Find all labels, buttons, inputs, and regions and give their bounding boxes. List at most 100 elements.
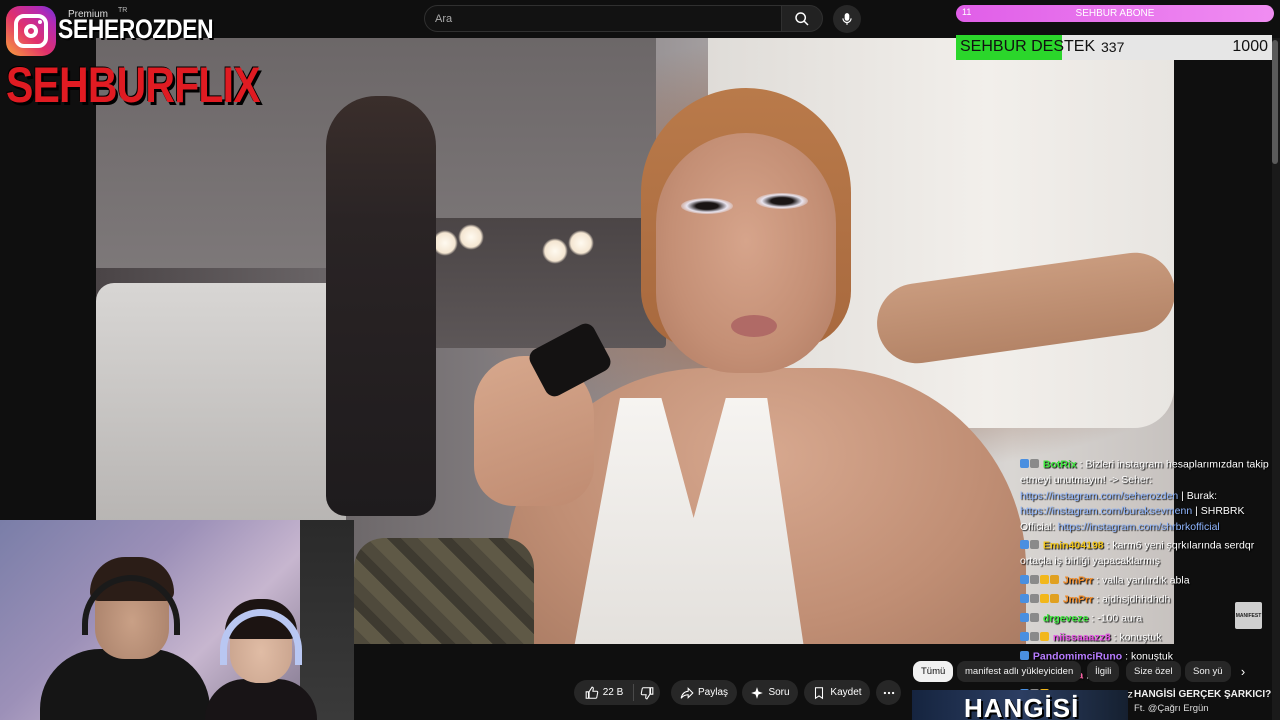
search-icon [795, 11, 809, 26]
chat-text: : konuştuk [1110, 631, 1162, 644]
chat-text: : ajdhsjdhhdhdh [1093, 593, 1171, 606]
chat-link[interactable]: https://instagram.com/seherozden [1020, 490, 1178, 502]
badge-icon [1030, 612, 1039, 622]
page-scrollbar-thumb[interactable] [1272, 40, 1278, 164]
webcam-overlay [0, 520, 354, 720]
support-goal-target: 1000 [1232, 38, 1268, 55]
chip-related[interactable]: İlgili [1087, 661, 1120, 682]
badge-icon [1020, 574, 1029, 584]
chip-all[interactable]: Tümü [913, 661, 954, 682]
video-mirror-light [568, 230, 594, 256]
voice-search-button[interactable] [833, 5, 861, 33]
badge-icon [1030, 574, 1039, 584]
chat-link[interactable]: https://instagram.com/buraksevmenn [1020, 505, 1192, 517]
like-button[interactable]: 22 B [574, 680, 634, 705]
chat-username[interactable]: JmPrr [1063, 593, 1093, 605]
chat-username[interactable]: Emin404198 [1043, 540, 1104, 552]
bookmark-icon [815, 686, 824, 699]
chat-username[interactable]: niissaaazz8 [1053, 631, 1111, 643]
recommendation-title[interactable]: HANGİSİ GERÇEK ŞARKICI? [1134, 689, 1271, 700]
video-eye [681, 198, 733, 214]
badge-icon [1030, 540, 1039, 550]
search-placeholder: Ara [435, 12, 453, 25]
chip-recent[interactable]: Son yü [1185, 661, 1231, 682]
ask-button[interactable]: Soru [742, 680, 798, 705]
microphone-icon [842, 13, 852, 25]
chat-text: : valla yarılırdık abla [1093, 574, 1190, 587]
badge-icon [1050, 593, 1059, 603]
support-goal-current: 337 [1101, 39, 1125, 55]
badge-icon [1030, 459, 1039, 468]
video-eye [756, 193, 808, 209]
badge-icon [1030, 593, 1039, 603]
sparkle-icon [751, 686, 764, 699]
search-input[interactable]: Ara [424, 5, 782, 32]
share-button[interactable]: Paylaş [671, 680, 737, 705]
save-label: Kaydet [830, 687, 862, 698]
subscriber-goal-bar: 11 SEHBUR ABONE [956, 5, 1274, 22]
video-camo-jacket [354, 538, 534, 644]
badge-icon [1050, 574, 1059, 584]
recommendation-thumbnail[interactable]: HANGİSİ [912, 690, 1128, 720]
share-icon [680, 686, 694, 699]
video-background-person [326, 96, 436, 516]
dislike-button[interactable] [634, 680, 660, 705]
share-label: Paylaş [697, 687, 728, 698]
chat-message: JmPrr : valla yarılırdık abla [1020, 573, 1276, 589]
badge-icon [1020, 459, 1029, 468]
recommendation-subtitle: Ft. @Çağrı Ergün [1134, 703, 1209, 714]
chat-message: niissaaazz8 : konuştuk [1020, 630, 1276, 646]
thumbs-up-icon [585, 686, 598, 699]
webcam-streamer-left [40, 557, 210, 720]
badge-icon [1020, 593, 1029, 603]
chat-text: | Burak: [1178, 489, 1218, 502]
like-count: 22 B [602, 687, 624, 698]
badge-icon [1020, 650, 1029, 660]
instagram-handle: SEHEROZDEN [58, 14, 214, 44]
badge-icon [1040, 631, 1049, 641]
badge-icon [1040, 593, 1049, 603]
badge-icon [1020, 612, 1029, 622]
search-button[interactable] [781, 5, 823, 32]
chat-username[interactable]: drgeveze [1043, 612, 1089, 624]
badge-icon [1020, 540, 1029, 550]
chat-message: BotRix : Bizleri instagram hesaplarımızd… [1020, 457, 1276, 535]
video-mirror-light [458, 224, 484, 250]
badge-icon [1020, 631, 1029, 641]
save-button[interactable]: Kaydet [804, 680, 870, 705]
video-face [656, 133, 836, 373]
chat-link[interactable]: https://instagram.com/shrbrkofficial [1058, 521, 1220, 533]
chat-text: : -100 aura [1088, 612, 1143, 625]
ask-label: Soru [768, 687, 790, 698]
brand-logo: SEHBURFLIX [6, 57, 261, 113]
chat-username[interactable]: BotRix [1043, 459, 1077, 471]
more-actions-button[interactable] [876, 680, 901, 705]
webcam-streamer-right [195, 599, 325, 720]
chat-badges [1020, 538, 1040, 554]
badge-icon [1040, 574, 1049, 584]
badge-icon [1030, 631, 1039, 641]
thumbnail-text: HANGİSİ [964, 693, 1080, 720]
video-mirror-light [542, 238, 568, 264]
chip-for-you[interactable]: Size özel [1126, 661, 1181, 682]
premium-region: TR [118, 7, 128, 14]
watermark-text: MANIFEST [1235, 612, 1262, 619]
video-lips [731, 315, 777, 337]
chat-username[interactable]: JmPrr [1063, 574, 1093, 586]
chat-badges [1020, 592, 1060, 608]
subscriber-goal-count: 11 [962, 7, 972, 17]
app-root: Ara Premium TR SEHEROZDEN SEHBURFLIX 11 … [0, 0, 1280, 720]
chat-badges [1020, 611, 1040, 627]
thumbs-down-icon [640, 686, 654, 699]
video-chair [96, 283, 346, 543]
chat-badges [1020, 457, 1040, 473]
chat-badges [1020, 573, 1060, 589]
instagram-icon [6, 6, 56, 56]
support-goal-bar: SEHBUR DESTEK 337 1000 [956, 35, 1272, 60]
chevron-right-icon[interactable]: › [1232, 661, 1254, 682]
channel-watermark: MANIFEST [1235, 602, 1262, 629]
support-goal-label: SEHBUR DESTEK [960, 38, 1096, 55]
chat-message: Emin404198 : karm6 yeni şqrkılarında ser… [1020, 538, 1276, 570]
chip-from-uploader[interactable]: manifest adlı yükleyiciden [957, 661, 1082, 682]
subscriber-goal-label: SEHBUR ABONE [1075, 8, 1155, 19]
